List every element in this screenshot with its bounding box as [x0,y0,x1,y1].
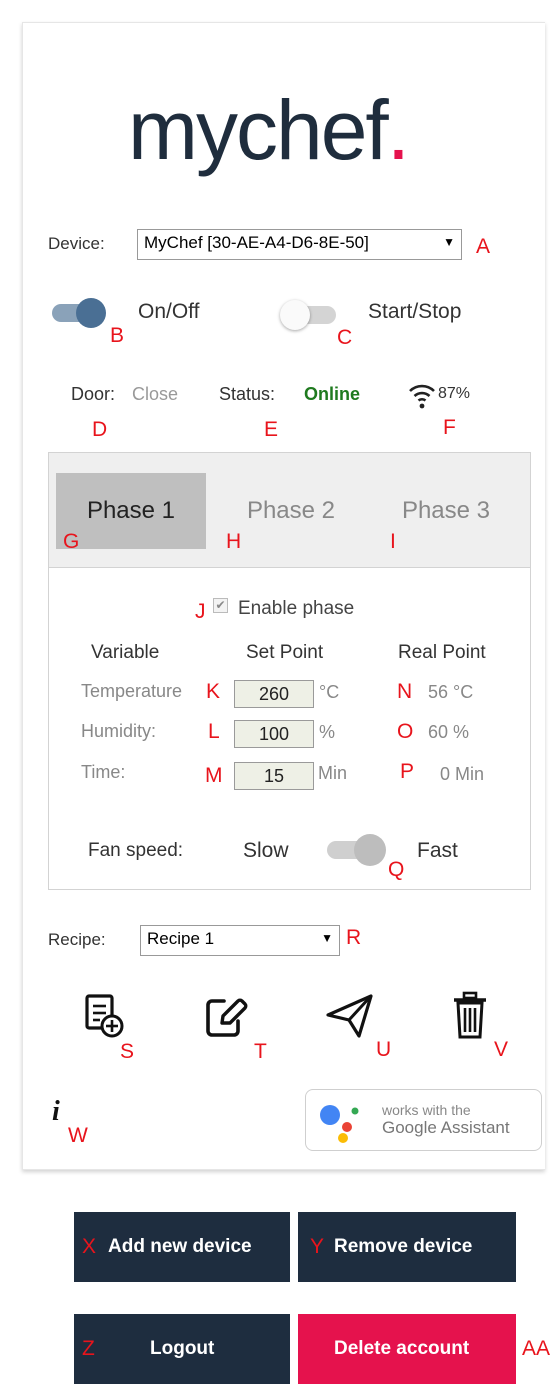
door-value: Close [132,384,179,404]
time-real-value: 0 Min [440,764,485,784]
wifi-signal-value: 87% [438,385,471,402]
fan-speed-label: Fan speed: [88,840,184,861]
marker-v: V [494,1038,509,1061]
device-select[interactable]: MyChef [30-AE-A4-D6-8E-50] ▼ [137,229,462,260]
door-label: Door: [71,384,116,404]
marker-c: C [337,326,353,349]
device-label: Device: [48,234,105,253]
marker-aa: AA [522,1337,551,1360]
time-unit: Min [318,763,348,783]
marker-s: S [120,1040,135,1063]
status-label: Status: [219,384,276,404]
add-new-device-button[interactable]: X Add new device [74,1212,290,1282]
delete-account-button[interactable]: Delete account [298,1314,516,1384]
temperature-unit: °C [319,682,340,702]
marker-p: P [400,760,415,783]
start-stop-toggle[interactable] [280,300,340,330]
enable-phase-label: Enable phase [238,598,355,619]
temperature-setpoint-input[interactable]: 260 [234,680,314,708]
marker-t: T [254,1040,267,1063]
trash-icon[interactable] [452,991,488,1041]
marker-r: R [346,926,362,949]
info-icon[interactable]: i [52,1096,60,1128]
power-toggle-label: On/Off [138,300,200,323]
recipe-select[interactable]: Recipe 1 ▼ [140,925,340,956]
marker-o: O [397,720,414,743]
chevron-down-icon: ▼ [321,931,333,945]
temperature-label: Temperature [81,681,183,701]
enable-phase-checkbox[interactable]: ✔ [213,598,228,613]
power-toggle[interactable] [52,298,112,328]
assistant-text: works with the Google Assistant [382,1102,510,1137]
humidity-unit: % [319,722,336,742]
google-assistant-badge: works with the Google Assistant [305,1089,542,1151]
fan-slow-label: Slow [243,839,289,862]
marker-e: E [264,418,279,441]
marker-m: M [205,764,223,787]
google-assistant-icon [320,1105,359,1143]
humidity-real-value: 60 % [428,722,470,742]
time-setpoint-input[interactable]: 15 [234,762,314,790]
logout-button[interactable]: Z Logout [74,1314,290,1384]
start-stop-label: Start/Stop [368,300,462,323]
marker-b: B [110,324,125,347]
marker-f: F [443,416,456,439]
humidity-setpoint-input[interactable]: 100 [234,720,314,748]
chevron-down-icon: ▼ [443,235,455,249]
wifi-icon [407,380,437,410]
set-point-header: Set Point [246,642,324,663]
marker-k: K [206,680,221,703]
temperature-real-value: 56 °C [428,682,474,702]
mychef-logo: mychef. [128,83,410,177]
marker-u: U [376,1038,392,1061]
fan-speed-toggle[interactable] [325,834,387,866]
marker-i: I [390,530,396,553]
time-label: Time: [81,762,126,782]
recipe-label: Recipe: [48,930,106,949]
fan-fast-label: Fast [417,839,458,862]
phase-tabs: Phase 1 Phase 2 Phase 3 [48,452,531,568]
status-value: Online [304,384,361,404]
real-point-header: Real Point [398,642,486,663]
marker-n: N [397,680,413,703]
marker-d: D [92,418,108,441]
marker-a: A [476,235,491,258]
marker-g: G [63,530,80,553]
marker-q: Q [388,858,405,881]
marker-w: W [68,1124,88,1147]
marker-l: L [208,720,220,743]
send-icon[interactable] [325,993,375,1039]
humidity-label: Humidity: [81,721,157,741]
marker-h: H [226,530,242,553]
variable-header: Variable [91,642,160,663]
marker-j: J [195,600,206,623]
edit-icon[interactable] [204,995,250,1039]
add-recipe-icon[interactable] [84,993,126,1041]
remove-device-button[interactable]: Y Remove device [298,1212,516,1282]
